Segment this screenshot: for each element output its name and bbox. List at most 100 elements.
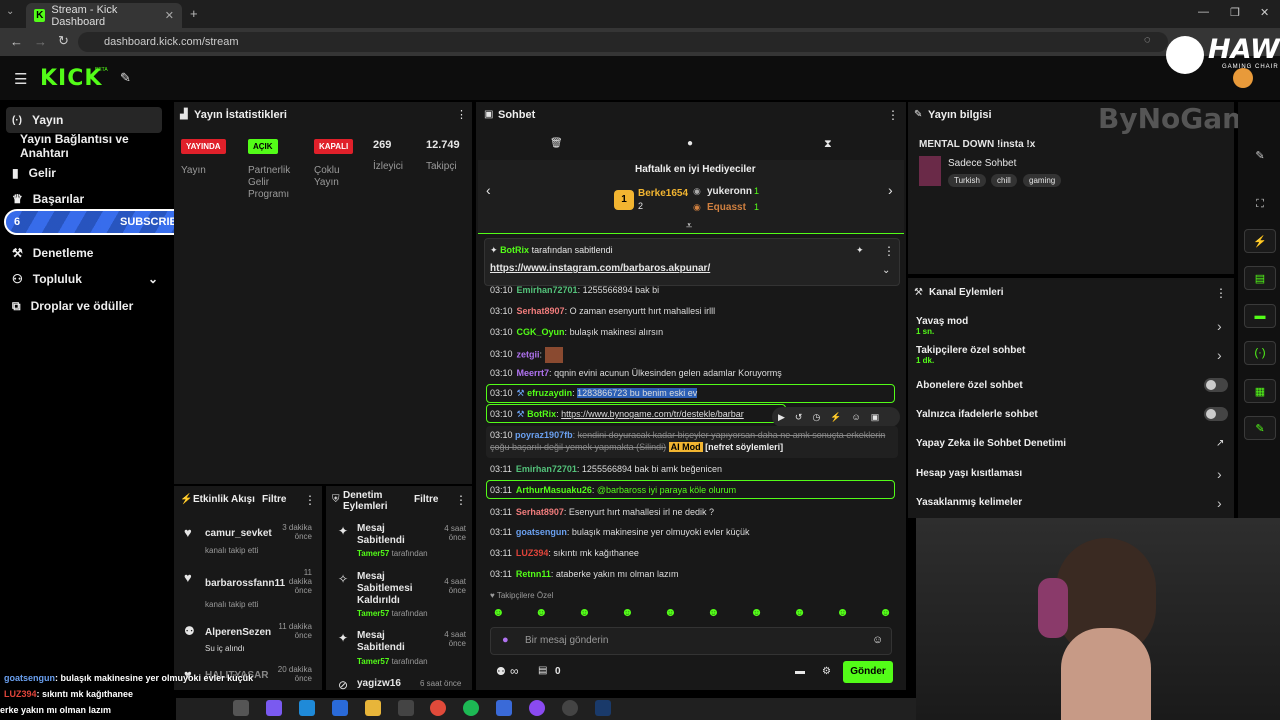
tab-search-icon[interactable]: ⌄	[6, 6, 14, 17]
delete-icon[interactable]: ▣	[871, 412, 880, 423]
chevron-down-icon[interactable]: ⌄	[882, 265, 890, 276]
lightning-icon[interactable]: ⚡	[1244, 229, 1276, 253]
chat-message[interactable]: 03:10 ⚒ efruzaydin: 1283866723 bu benim e…	[490, 388, 698, 399]
close-tab-icon[interactable]: ✕	[165, 9, 174, 22]
next-icon[interactable]: ›	[888, 182, 893, 198]
emote-icon[interactable]: ☻	[621, 605, 634, 619]
folder-icon[interactable]	[365, 700, 381, 716]
chat-message[interactable]: 03:10 CGK_Oyun: bulaşık makinesi alırsın	[490, 327, 663, 337]
emote-only-toggle[interactable]	[1204, 407, 1228, 421]
subscribers-only-toggle[interactable]	[1204, 378, 1228, 392]
gear-icon[interactable]: ⚙	[822, 666, 831, 677]
chat-settings-icon[interactable]: ▬	[795, 666, 805, 677]
play-icon[interactable]: ▶	[778, 412, 785, 423]
menu-icon[interactable]: ☰	[14, 70, 27, 88]
obs-icon[interactable]	[562, 700, 578, 716]
mic-icon[interactable]: ●	[502, 634, 509, 646]
emote-icon[interactable]: ☻	[664, 605, 677, 619]
clipboard-icon[interactable]: ▤	[1244, 266, 1276, 290]
pinned-link[interactable]: https://www.instagram.com/barbaros.akpun…	[490, 263, 710, 274]
chevron-right-icon[interactable]: ›	[1217, 347, 1222, 363]
unpin-button[interactable]: ✦	[856, 245, 864, 256]
wrench-icon[interactable]: ✎	[1244, 416, 1276, 440]
slash-icon[interactable]: ⚡	[830, 412, 841, 423]
chat-message[interactable]: 03:10 zetgii:	[490, 347, 563, 363]
account-age-restriction[interactable]: Hesap yaşı kısıtlaması	[916, 468, 1022, 479]
activity-filter[interactable]: Filtre	[262, 494, 286, 505]
emote-icon[interactable]: ☺	[852, 412, 861, 422]
xbox-icon[interactable]	[398, 700, 414, 716]
emote-icon[interactable]: ☻	[535, 605, 548, 619]
chevron-right-icon[interactable]: ›	[1217, 318, 1222, 334]
send-button[interactable]: Gönder	[843, 661, 893, 683]
new-tab-icon[interactable]: +	[190, 6, 198, 21]
timeout-icon[interactable]: ◷	[812, 412, 820, 423]
prev-icon[interactable]: ‹	[486, 182, 491, 198]
chat-message[interactable]: 03:11 Emirhan72701: 1255566894 bak bi amk…	[490, 464, 722, 474]
wrench-icon[interactable]: ✎	[120, 70, 131, 86]
chat-message-deleted[interactable]: 03:10 poyraz1907fb: kendini doyuracak ka…	[490, 429, 890, 453]
forward-icon[interactable]: →	[34, 34, 47, 49]
emote-icon[interactable]: ☻	[879, 605, 892, 619]
kick-logo[interactable]: KICK	[40, 66, 102, 91]
copilot-icon[interactable]	[266, 700, 282, 716]
chevron-right-icon[interactable]: ›	[1217, 495, 1222, 511]
chat-message[interactable]: 03:11 Retnn11: ataberke yakın mı olman la…	[490, 569, 678, 579]
sidebar-item-topluluk[interactable]: ⚇ Topluluk ⌄	[6, 266, 162, 292]
reload-icon[interactable]: ↻	[58, 33, 69, 49]
collapse-icon[interactable]: ⩡	[686, 220, 692, 233]
trash-icon[interactable]: 🗑	[550, 138, 563, 149]
sidebar-item-stream-key[interactable]: Yayın Bağlantısı ve Anahtarı	[14, 132, 172, 160]
emote-icon[interactable]: ☻	[578, 605, 591, 619]
steam-icon[interactable]	[595, 700, 611, 716]
chevron-right-icon[interactable]: ›	[1217, 466, 1222, 482]
maximize-icon[interactable]: ❐	[1230, 6, 1240, 19]
layout-icon[interactable]: ▦	[1244, 379, 1276, 403]
activity-more-icon[interactable]: ⋮	[304, 493, 316, 507]
tag[interactable]: Turkish	[948, 174, 986, 187]
chat-more-icon[interactable]: ⋮	[887, 108, 899, 122]
back-icon[interactable]: ←	[10, 34, 23, 49]
user-avatar[interactable]	[1233, 68, 1253, 88]
eye-off-icon[interactable]: ◌	[1144, 34, 1151, 46]
chat-message[interactable]: 03:10 Serhat8907: O zaman esenyurtt hırt …	[490, 306, 715, 316]
modlog-filter[interactable]: Filtre	[414, 494, 438, 505]
ai-moderation[interactable]: Yapay Zeka ile Sohbet Denetimi	[916, 438, 1066, 449]
emote-icon[interactable]: ☻	[707, 605, 720, 619]
emoji-picker-icon[interactable]: ☺	[872, 634, 883, 646]
chat-message[interactable]: 03:11 ArthurMasuaku26: @barbaross iyi par…	[490, 485, 736, 495]
tag[interactable]: gaming	[1023, 174, 1062, 187]
chat-message[interactable]: 03:10 Meerrt7: qqnin evini acunun Ülkesin…	[490, 368, 782, 378]
fullscreen-icon[interactable]: ⛶	[1244, 192, 1276, 216]
stats-more-icon[interactable]: ⋮	[456, 108, 467, 121]
app-icon[interactable]	[496, 700, 512, 716]
task-view-icon[interactable]	[233, 700, 249, 716]
edge-icon[interactable]	[299, 700, 315, 716]
slow-mode[interactable]: Yavaş mod	[916, 316, 968, 327]
chat-message[interactable]: 03:11 LUZ394: sıkıntı mk kağıthanee	[490, 548, 639, 558]
emote-icon[interactable]: ☻	[750, 605, 763, 619]
app-icon[interactable]	[529, 700, 545, 716]
tag[interactable]: chill	[991, 174, 1017, 187]
chat-message[interactable]: 03:10 Emirhan72701: 1255566894 bak bi	[490, 285, 659, 295]
followers-only-chat[interactable]: Takipçilere özel sohbet	[916, 345, 1025, 356]
broadcast-icon[interactable]: (·)	[1244, 341, 1276, 365]
emote-icon[interactable]: ☻	[793, 605, 806, 619]
chat-bubble-icon[interactable]: ●	[687, 138, 693, 149]
browser-tab[interactable]: K Stream - Kick Dashboard ✕	[26, 3, 182, 28]
chat-message[interactable]: 03:11 Serhat8907: Esenyurt hırt mahallesi…	[490, 507, 714, 517]
spotify-icon[interactable]	[463, 700, 479, 716]
undo-icon[interactable]: ↺	[795, 412, 803, 423]
category-name[interactable]: Sadece Sohbet	[948, 158, 1016, 169]
banned-words[interactable]: Yasaklanmış kelimeler	[916, 497, 1022, 508]
minimize-icon[interactable]: —	[1198, 6, 1209, 18]
edit-icon[interactable]: ✎	[1244, 143, 1276, 167]
sidebar-item-gelir[interactable]: ▮ Gelir	[6, 160, 162, 186]
mail-icon[interactable]	[332, 700, 348, 716]
chat-message[interactable]: 03:10 ⚒ BotRix: https://www.bynogame.com/…	[490, 409, 744, 420]
pinned-more-icon[interactable]: ⋮	[883, 244, 895, 258]
chat-message[interactable]: 03:11 goatsengun: bulaşık makinesine yer …	[490, 527, 749, 537]
emote-icon[interactable]: ☻	[492, 605, 505, 619]
close-window-icon[interactable]: ✕	[1260, 6, 1269, 19]
hourglass-icon[interactable]: ⧗	[824, 138, 832, 151]
